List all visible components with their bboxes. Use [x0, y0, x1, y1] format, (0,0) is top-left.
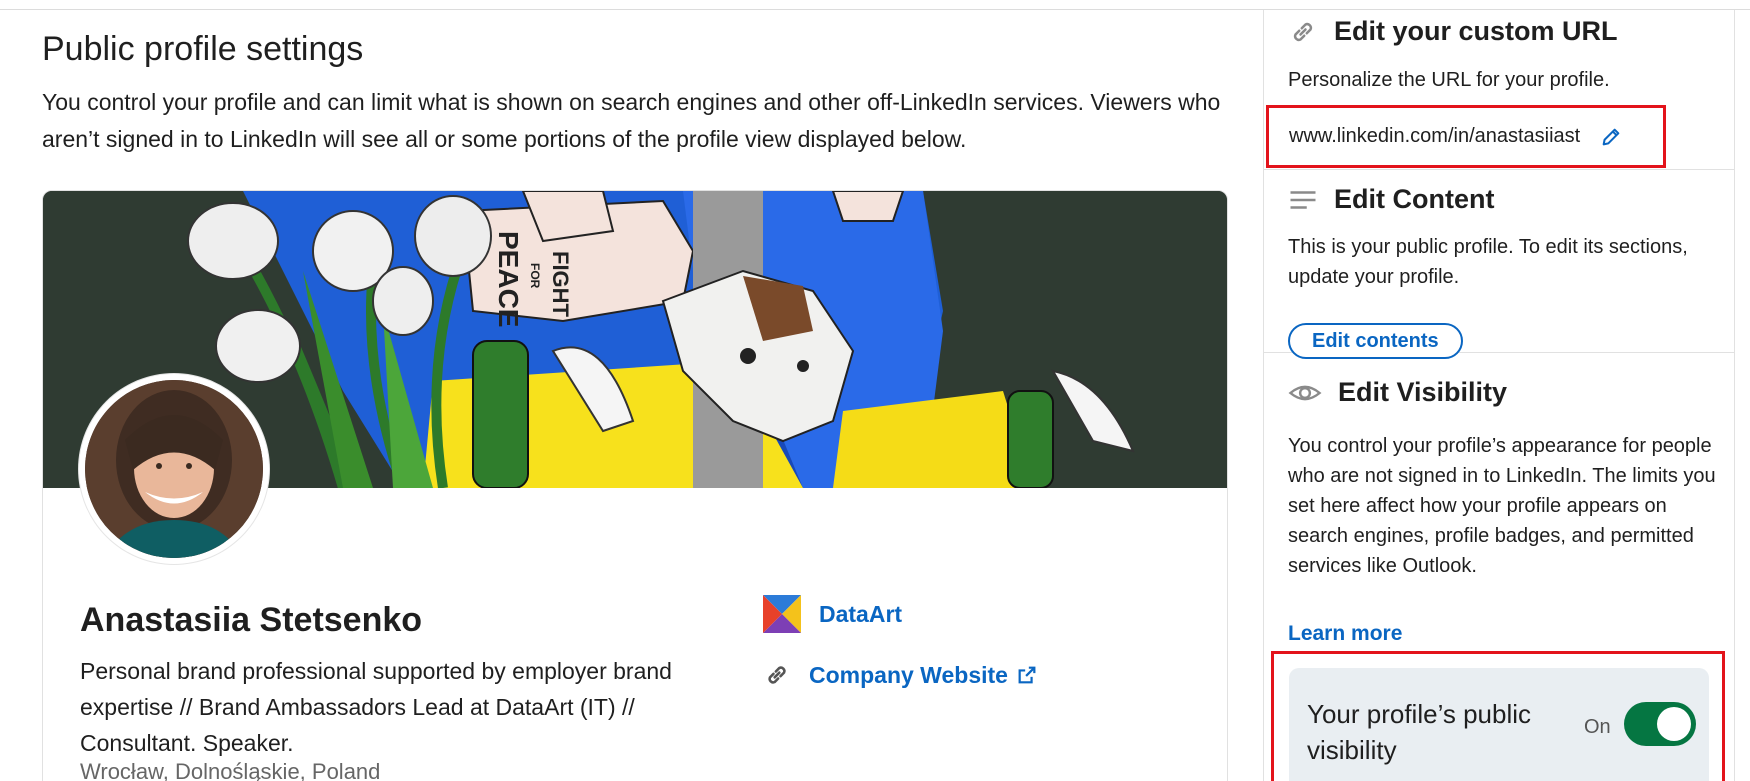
- public-visibility-highlight: Your profile’s public visibility On: [1271, 651, 1725, 781]
- company-link[interactable]: DataArt: [763, 595, 902, 633]
- profile-headline: Personal brand professional supported by…: [80, 658, 672, 756]
- link-icon: [768, 666, 786, 684]
- top-nav-border: [0, 0, 1750, 10]
- dataart-logo: [763, 595, 801, 633]
- toggle-knob: [1657, 707, 1691, 741]
- eye-icon: [1288, 385, 1322, 400]
- profile-name: Anastasiia Stetsenko: [80, 601, 423, 639]
- edit-visibility-description: You control your profile’s appearance fo…: [1288, 435, 1716, 577]
- banner-text-for: FOR: [528, 263, 542, 289]
- custom-url-value: www.linkedin.com/in/anastasiiast: [1289, 125, 1581, 147]
- lines-icon: [1290, 190, 1316, 209]
- page-title: Public profile settings: [42, 30, 364, 68]
- edit-content-title: Edit Content: [1334, 184, 1495, 214]
- company-website-link[interactable]: Company Website: [809, 662, 1038, 689]
- company-website-label: Company Website: [809, 661, 1008, 688]
- banner-text-peace: PEACE: [493, 231, 524, 327]
- website-link-row[interactable]: Company Website: [763, 661, 1038, 689]
- company-name[interactable]: DataArt: [819, 601, 902, 628]
- public-visibility-label: Your profile’s public visibility: [1307, 699, 1532, 765]
- settings-sidebar: Edit your custom URL Personalize the URL…: [1263, 10, 1735, 781]
- external-link-icon: [1018, 666, 1036, 684]
- link-icon: [1293, 22, 1313, 41]
- page-description: You control your profile and can limit w…: [42, 89, 1221, 152]
- custom-url-title: Edit your custom URL: [1334, 16, 1618, 46]
- edit-visibility-header: Edit Visibility: [1288, 377, 1507, 408]
- public-visibility-toggle[interactable]: [1624, 702, 1696, 746]
- edit-visibility-title: Edit Visibility: [1338, 377, 1508, 407]
- custom-url-description: Personalize the URL for your profile.: [1288, 69, 1610, 91]
- learn-more-link[interactable]: Learn more: [1288, 622, 1402, 646]
- banner-text-fight: FIGHT: [548, 251, 573, 318]
- custom-url-header: Edit your custom URL: [1288, 16, 1618, 47]
- profile-location: Wrocław, Dolnośląskie, Poland: [80, 759, 381, 781]
- public-visibility-panel: Your profile’s public visibility On: [1289, 668, 1709, 781]
- edit-content-description: This is your public profile. To edit its…: [1288, 236, 1688, 288]
- profile-avatar: [79, 374, 269, 564]
- public-profile-card: FIGHT FOR PEACE Anastasiia Stetsenko Per…: [42, 190, 1228, 781]
- toggle-state-label: On: [1584, 716, 1611, 738]
- custom-url-section: Edit your custom URL Personalize the URL…: [1264, 10, 1734, 170]
- edit-content-header: Edit Content: [1288, 184, 1494, 215]
- custom-url-field[interactable]: www.linkedin.com/in/anastasiiast: [1266, 105, 1666, 168]
- pencil-icon[interactable]: [1600, 126, 1622, 148]
